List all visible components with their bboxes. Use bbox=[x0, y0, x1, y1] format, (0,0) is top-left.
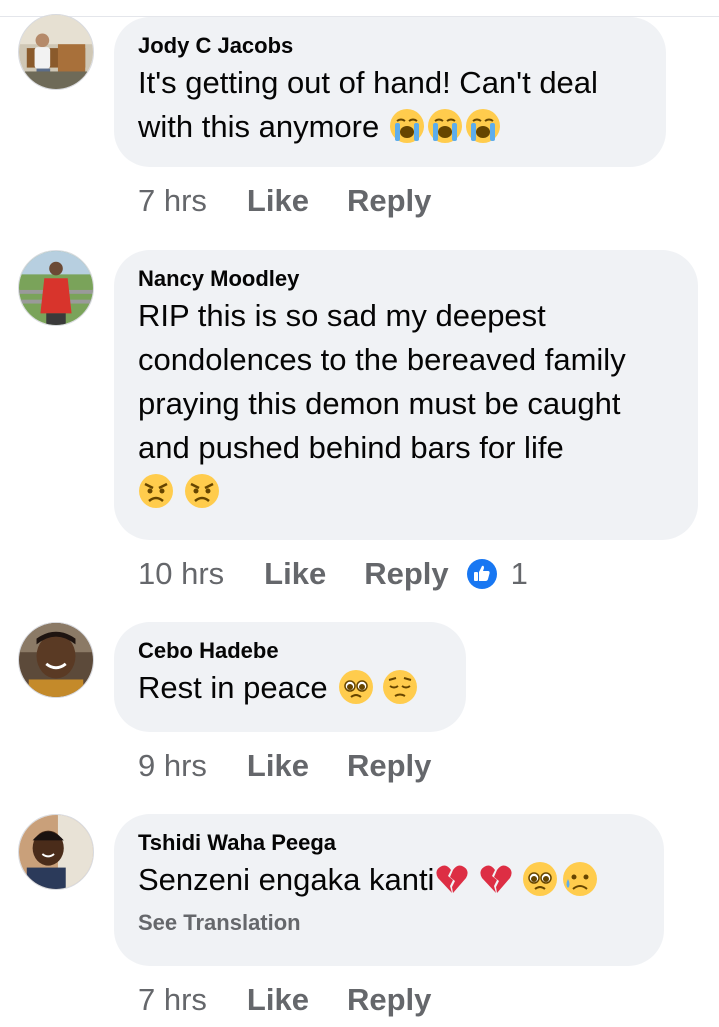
pensive-face-icon bbox=[382, 669, 418, 705]
comment-actions: 10 hrs Like Reply 1 bbox=[138, 556, 528, 592]
comment-bubble: Jody C Jacobs It's getting out of hand! … bbox=[114, 17, 666, 167]
avatar[interactable] bbox=[18, 14, 94, 90]
comment-actions: 7 hrs Like Reply bbox=[138, 183, 449, 219]
avatar[interactable] bbox=[18, 250, 94, 326]
reply-button[interactable]: Reply bbox=[347, 982, 431, 1018]
comment-author[interactable]: Tshidi Waha Peega bbox=[138, 828, 640, 858]
comment-timestamp[interactable]: 10 hrs bbox=[138, 556, 224, 592]
reaction-summary[interactable]: 1 bbox=[466, 556, 528, 592]
pleading-face-icon bbox=[338, 669, 374, 705]
comment-text: RIP this is so sad my deepest condolence… bbox=[138, 294, 678, 470]
comment-actions: 9 hrs Like Reply bbox=[138, 748, 449, 784]
comment-text: Rest in peace bbox=[138, 666, 442, 710]
sad-but-relieved-face-icon bbox=[562, 861, 598, 897]
broken-heart-icon bbox=[434, 861, 470, 897]
loudly-crying-face-icon bbox=[389, 108, 425, 144]
comment-timestamp[interactable]: 7 hrs bbox=[138, 982, 207, 1018]
like-button[interactable]: Like bbox=[247, 748, 309, 784]
loudly-crying-face-icon bbox=[427, 108, 463, 144]
broken-heart-icon bbox=[478, 861, 514, 897]
comment-timestamp[interactable]: 9 hrs bbox=[138, 748, 207, 784]
comment-text: It's getting out of hand! Can't deal wit… bbox=[138, 61, 642, 149]
comment-author[interactable]: Nancy Moodley bbox=[138, 264, 674, 294]
reply-button[interactable]: Reply bbox=[364, 556, 448, 592]
comment-emoji-row bbox=[138, 470, 674, 514]
comment-bubble: Cebo Hadebe Rest in peace bbox=[114, 622, 466, 732]
comment-bubble: Tshidi Waha Peega Senzeni engaka kanti S… bbox=[114, 814, 664, 966]
reply-button[interactable]: Reply bbox=[347, 748, 431, 784]
like-button[interactable]: Like bbox=[264, 556, 326, 592]
comment-text: Senzeni engaka kanti bbox=[138, 858, 640, 902]
comment-author[interactable]: Jody C Jacobs bbox=[138, 31, 642, 61]
angry-face-icon bbox=[184, 473, 220, 509]
avatar[interactable] bbox=[18, 622, 94, 698]
comment-bubble: Nancy Moodley RIP this is so sad my deep… bbox=[114, 250, 698, 540]
comment-text-body: Senzeni engaka kanti bbox=[138, 862, 435, 897]
see-translation-link[interactable]: See Translation bbox=[138, 908, 640, 938]
angry-face-icon bbox=[138, 473, 174, 509]
reply-button[interactable]: Reply bbox=[347, 183, 431, 219]
comment-text-body: RIP this is so sad my deepest condolence… bbox=[138, 298, 626, 465]
like-button[interactable]: Like bbox=[247, 183, 309, 219]
comment-author[interactable]: Cebo Hadebe bbox=[138, 636, 442, 666]
comment-actions: 7 hrs Like Reply bbox=[138, 982, 449, 1018]
like-button[interactable]: Like bbox=[247, 982, 309, 1018]
pleading-face-icon bbox=[522, 861, 558, 897]
reaction-count: 1 bbox=[510, 556, 528, 591]
avatar[interactable] bbox=[18, 814, 94, 890]
comment-text-body: Rest in peace bbox=[138, 670, 328, 705]
comment-timestamp[interactable]: 7 hrs bbox=[138, 183, 207, 219]
like-reaction-icon bbox=[466, 559, 497, 589]
comment-text-body: It's getting out of hand! Can't deal wit… bbox=[138, 65, 598, 144]
loudly-crying-face-icon bbox=[465, 108, 501, 144]
